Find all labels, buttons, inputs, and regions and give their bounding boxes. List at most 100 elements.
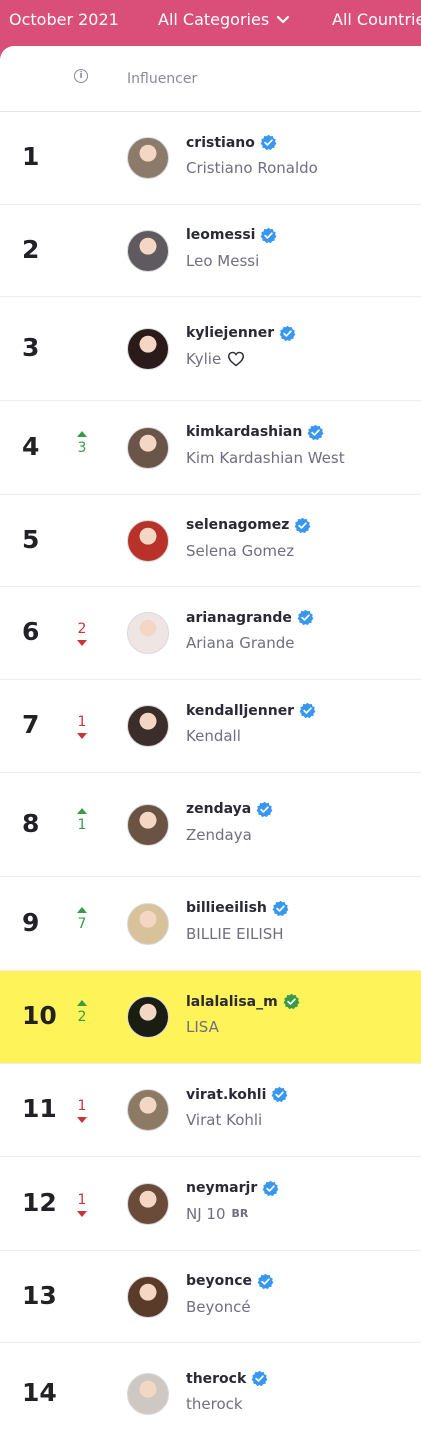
rank-change-value: 7 xyxy=(77,915,87,932)
arrow-down-icon xyxy=(77,733,87,739)
table-row[interactable]: 11 1 virat.kohli Virat Kohli xyxy=(0,1064,421,1157)
verified-badge-icon xyxy=(257,1273,274,1289)
rank-number: 8 xyxy=(22,808,40,838)
verified-badge-icon xyxy=(307,424,324,440)
table-row[interactable]: 2 leomessi Leo Messi xyxy=(0,205,421,297)
rank-number: 6 xyxy=(22,617,40,646)
rank-change-down: 1 xyxy=(72,1098,92,1123)
influencer-handle[interactable]: billieeilish xyxy=(186,900,267,916)
influencer-name: Cristiano Ronaldo xyxy=(186,159,318,177)
handle-line: arianagrande xyxy=(186,609,314,626)
influencer-handle[interactable]: cristiano xyxy=(186,135,255,151)
info-icon[interactable]: i xyxy=(74,69,88,83)
category-filter-label: All Categories xyxy=(158,10,270,29)
rank-change-value: 1 xyxy=(77,816,87,833)
table-row[interactable]: 9 7 billieeilish BILLIE EILISH xyxy=(0,877,421,971)
verified-badge-icon xyxy=(299,702,316,719)
rank-change-up: 7 xyxy=(72,906,92,932)
table-row[interactable]: 1 cristiano Cristiano Ronaldo xyxy=(0,112,421,205)
table-row[interactable]: 6 2 arianagrande Ariana Grande xyxy=(0,587,421,680)
influencer-name-text: Leo Messi xyxy=(186,251,260,270)
arrow-up-icon xyxy=(77,430,87,437)
handle-line: cristiano xyxy=(186,134,277,151)
verified-badge-icon xyxy=(297,609,314,626)
country-filter[interactable]: All Countries xyxy=(332,10,421,29)
influencer-handle[interactable]: virat.kohli xyxy=(186,1087,266,1103)
table-row[interactable]: 5 selenagomez Selena Gomez xyxy=(0,495,421,587)
category-filter[interactable]: All Categories xyxy=(158,10,290,29)
influencer-name: Zendaya xyxy=(186,826,252,844)
arrow-up-icon xyxy=(77,906,87,913)
handle-line: therock xyxy=(186,1370,268,1387)
table-row[interactable]: 12 1 neymarjr NJ 10 BR xyxy=(0,1157,421,1251)
rank-change-up: 1 xyxy=(72,807,92,833)
chevron-down-icon xyxy=(277,15,290,23)
verified-badge-icon xyxy=(260,134,277,151)
avatar[interactable] xyxy=(127,137,169,179)
verified-badge-icon xyxy=(279,325,296,341)
arrow-down-icon xyxy=(77,1210,87,1217)
influencer-name-text: Zendaya xyxy=(186,825,252,844)
influencer-handle[interactable]: beyonce xyxy=(186,1273,252,1289)
verified-badge-icon xyxy=(294,517,311,533)
avatar[interactable] xyxy=(127,1089,169,1131)
influencer-name-text: Kendall xyxy=(186,727,241,745)
avatar[interactable] xyxy=(127,1373,169,1415)
table-row[interactable]: 10 2 lalalalisa_m LISA xyxy=(0,971,421,1064)
avatar[interactable] xyxy=(127,426,169,469)
filter-bar: October 2021 All Categories All Countrie… xyxy=(0,0,421,48)
table-row[interactable]: 14 therock therock xyxy=(0,1343,421,1431)
rank-number: 1 xyxy=(22,142,40,171)
influencer-handle[interactable]: therock xyxy=(186,1371,246,1387)
month-filter[interactable]: October 2021 xyxy=(9,10,119,29)
table-row[interactable]: 13 beyonce Beyoncé xyxy=(0,1251,421,1343)
rank-number: 14 xyxy=(22,1378,57,1407)
avatar[interactable] xyxy=(127,229,169,272)
avatar[interactable] xyxy=(127,612,169,654)
influencer-name: Kim Kardashian West xyxy=(186,449,345,467)
verified-badge-icon xyxy=(261,227,277,243)
influencer-column-header: Influencer xyxy=(127,71,198,87)
avatar[interactable] xyxy=(127,327,169,370)
avatar[interactable] xyxy=(127,705,169,747)
influencer-name-text: Kylie xyxy=(186,349,222,368)
influencer-name: Beyoncé xyxy=(186,1298,251,1316)
influencer-handle[interactable]: zendaya xyxy=(186,801,251,817)
table-row[interactable]: 3 kyliejenner Kylie xyxy=(0,297,421,401)
influencer-handle[interactable]: neymarjr xyxy=(186,1180,257,1196)
rank-number: 7 xyxy=(22,710,40,739)
influencer-handle[interactable]: selenagomez xyxy=(186,517,289,533)
rank-number: 9 xyxy=(22,907,40,937)
handle-line: kyliejenner xyxy=(186,325,296,342)
avatar[interactable] xyxy=(127,1275,169,1318)
avatar[interactable] xyxy=(127,519,169,562)
handle-line: neymarjr xyxy=(186,1180,279,1197)
influencer-handle[interactable]: kimkardashian xyxy=(186,424,302,440)
influencer-name: Ariana Grande xyxy=(186,634,295,652)
rank-number: 5 xyxy=(22,524,40,554)
table-row[interactable]: 8 1 zendaya Zendaya xyxy=(0,773,421,877)
table-row[interactable]: 4 3 kimkardashian Kim Kardashian West xyxy=(0,401,421,495)
arrow-down-icon xyxy=(77,1117,87,1123)
influencer-handle[interactable]: lalalalisa_m xyxy=(186,994,278,1010)
verified-badge-icon xyxy=(256,801,273,817)
influencer-handle[interactable]: arianagrande xyxy=(186,610,292,626)
table-row[interactable]: 7 1 kendalljenner Kendall xyxy=(0,680,421,773)
influencer-name: therock xyxy=(186,1395,243,1413)
rank-number: 10 xyxy=(22,1001,57,1030)
arrow-up-icon xyxy=(77,807,87,814)
verified-badge-icon xyxy=(262,1180,279,1196)
influencer-handle[interactable]: kendalljenner xyxy=(186,703,294,719)
avatar[interactable] xyxy=(127,902,169,945)
influencer-handle[interactable]: leomessi xyxy=(186,227,255,243)
influencer-handle[interactable]: kyliejenner xyxy=(186,325,274,341)
avatar[interactable] xyxy=(127,996,169,1038)
country-filter-label: All Countries xyxy=(332,10,421,29)
avatar[interactable] xyxy=(127,1182,169,1225)
rank-change-value: 2 xyxy=(77,1009,87,1025)
handle-line: lalalalisa_m xyxy=(186,993,300,1010)
handle-line: beyonce xyxy=(186,1273,274,1290)
table-header: i Influencer xyxy=(0,46,421,112)
rank-change-value: 2 xyxy=(77,621,87,637)
avatar[interactable] xyxy=(127,803,169,846)
